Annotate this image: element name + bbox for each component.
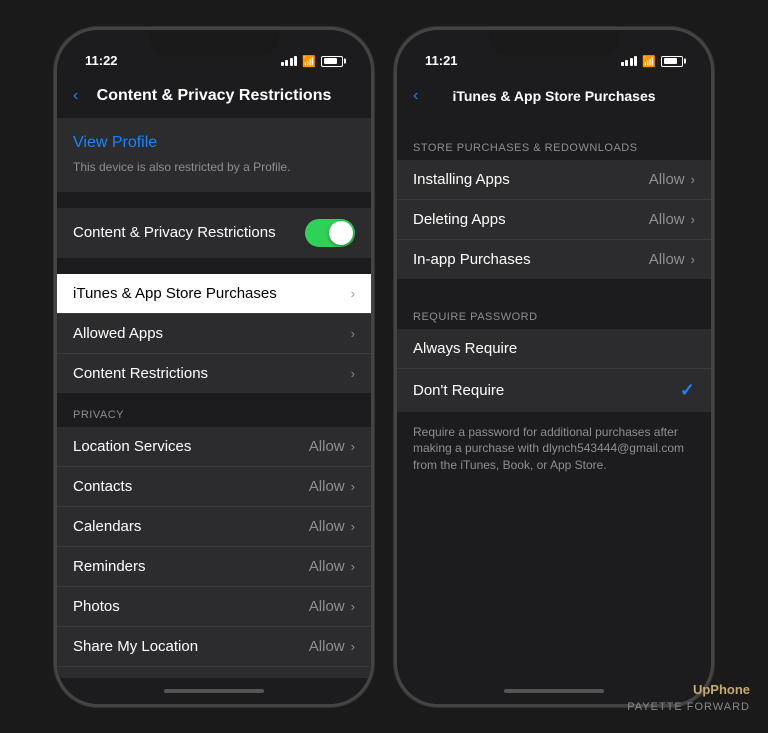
toggle-knob [329,221,353,245]
calendars-value: Allow [309,518,345,535]
notch-left [149,30,279,56]
store-header: STORE PURCHASES & REDOWNLOADS [397,126,711,160]
share-location-label: Share My Location [73,638,309,655]
battery-icon [661,56,683,67]
settings-content-right: STORE PURCHASES & REDOWNLOADS Installing… [397,118,711,678]
privacy-header: PRIVACY [57,393,371,427]
watermark: UpPhone PAYETTE FORWARD [627,681,750,715]
photos-value: Allow [309,598,345,615]
installing-apps-value: Allow [649,171,685,188]
chevron-icon: › [691,212,695,227]
status-icons-right: 📶 [621,55,683,68]
inapp-purchases-label: In-app Purchases [413,251,649,268]
deleting-apps-value: Allow [649,211,685,228]
itunes-purchases-row[interactable]: iTunes & App Store Purchases › [57,274,371,314]
installing-apps-label: Installing Apps [413,171,649,188]
calendars-label: Calendars [73,518,309,535]
screen-right: 11:21 📶 ‹ [397,30,711,704]
home-indicator-left [57,678,371,704]
chevron-icon: › [351,519,355,534]
settings-content-left: View Profile This device is also restric… [57,118,371,678]
time-left: 11:22 [85,53,118,68]
profile-description: This device is also restricted by a Prof… [73,160,290,174]
watermark-top: UpPhone [627,681,750,699]
inapp-purchases-value: Allow [649,251,685,268]
chevron-back-icon: ‹ [413,87,418,105]
chevron-icon: › [351,639,355,654]
chevron-icon: › [351,599,355,614]
location-value: Allow [309,438,345,455]
back-button-left[interactable]: ‹ [73,87,78,105]
contacts-value: Allow [309,478,345,495]
page-title-right: iTunes & App Store Purchases [452,88,655,104]
inapp-purchases-row[interactable]: In-app Purchases Allow › [397,240,711,279]
dont-require-label: Don't Require [413,382,680,399]
nav-bar-right: ‹ iTunes & App Store Purchases [397,74,711,118]
nav-bar-left: ‹ Content & Privacy Restrictions [57,74,371,118]
location-services-row[interactable]: Location Services Allow › [57,427,371,467]
password-header: REQUIRE PASSWORD [397,295,711,329]
status-icons-left: 📶 [281,55,343,68]
content-restrictions-label: Content Restrictions [73,365,351,382]
screen-left: 11:22 📶 ‹ [57,30,371,704]
restrictions-toggle[interactable] [305,219,355,247]
chevron-icon: › [351,479,355,494]
always-require-label: Always Require [413,340,695,357]
installing-apps-row[interactable]: Installing Apps Allow › [397,160,711,200]
deleting-apps-label: Deleting Apps [413,211,649,228]
chevron-icon: › [691,252,695,267]
chevron-icon: › [351,286,355,301]
always-require-row[interactable]: Always Require [397,329,711,369]
password-note: Require a password for additional purcha… [397,412,711,486]
chevron-back-icon: ‹ [73,87,78,105]
itunes-purchases-label: iTunes & App Store Purchases [73,285,351,302]
photos-row[interactable]: Photos Allow › [57,587,371,627]
contacts-label: Contacts [73,478,309,495]
checkmark-icon: ✓ [680,380,695,401]
battery-icon [321,56,343,67]
share-location-row[interactable]: Share My Location Allow › [57,627,371,667]
signal-icon [281,56,298,66]
location-label: Location Services [73,438,309,455]
profile-section: View Profile This device is also restric… [57,118,371,192]
dont-require-row[interactable]: Don't Require ✓ [397,369,711,412]
phone-right: 11:21 📶 ‹ [394,27,714,707]
reminders-value: Allow [309,558,345,575]
photos-label: Photos [73,598,309,615]
store-items-group: Installing Apps Allow › Deleting Apps Al… [397,160,711,279]
reminders-row[interactable]: Reminders Allow › [57,547,371,587]
page-title-left: Content & Privacy Restrictions [97,87,332,105]
main-items-group: iTunes & App Store Purchases › Allowed A… [57,274,371,393]
wifi-icon: 📶 [642,55,656,68]
chevron-icon: › [351,366,355,381]
allowed-apps-label: Allowed Apps [73,325,351,342]
privacy-items-group: Location Services Allow › Contacts Allow… [57,427,371,678]
notch-right [489,30,619,56]
chevron-icon: › [351,326,355,341]
restrictions-label: Content & Privacy Restrictions [73,224,305,241]
password-items-group: Always Require Don't Require ✓ [397,329,711,412]
deleting-apps-row[interactable]: Deleting Apps Allow › [397,200,711,240]
phone-left: 11:22 📶 ‹ [54,27,374,707]
reminders-label: Reminders [73,558,309,575]
chevron-icon: › [691,172,695,187]
share-location-value: Allow [309,638,345,655]
bluetooth-sharing-row[interactable]: Bluetooth Sharing Allow › [57,667,371,678]
watermark-bottom: PAYETTE FORWARD [627,700,750,715]
chevron-icon: › [351,439,355,454]
view-profile-link[interactable]: View Profile [73,134,355,152]
content-restrictions-row[interactable]: Content Restrictions › [57,354,371,393]
back-button-right[interactable]: ‹ [413,87,418,105]
wifi-icon: 📶 [302,55,316,68]
allowed-apps-row[interactable]: Allowed Apps › [57,314,371,354]
restrictions-toggle-row[interactable]: Content & Privacy Restrictions [57,208,371,258]
signal-icon [621,56,638,66]
time-right: 11:21 [425,53,458,68]
contacts-row[interactable]: Contacts Allow › [57,467,371,507]
chevron-icon: › [351,559,355,574]
calendars-row[interactable]: Calendars Allow › [57,507,371,547]
